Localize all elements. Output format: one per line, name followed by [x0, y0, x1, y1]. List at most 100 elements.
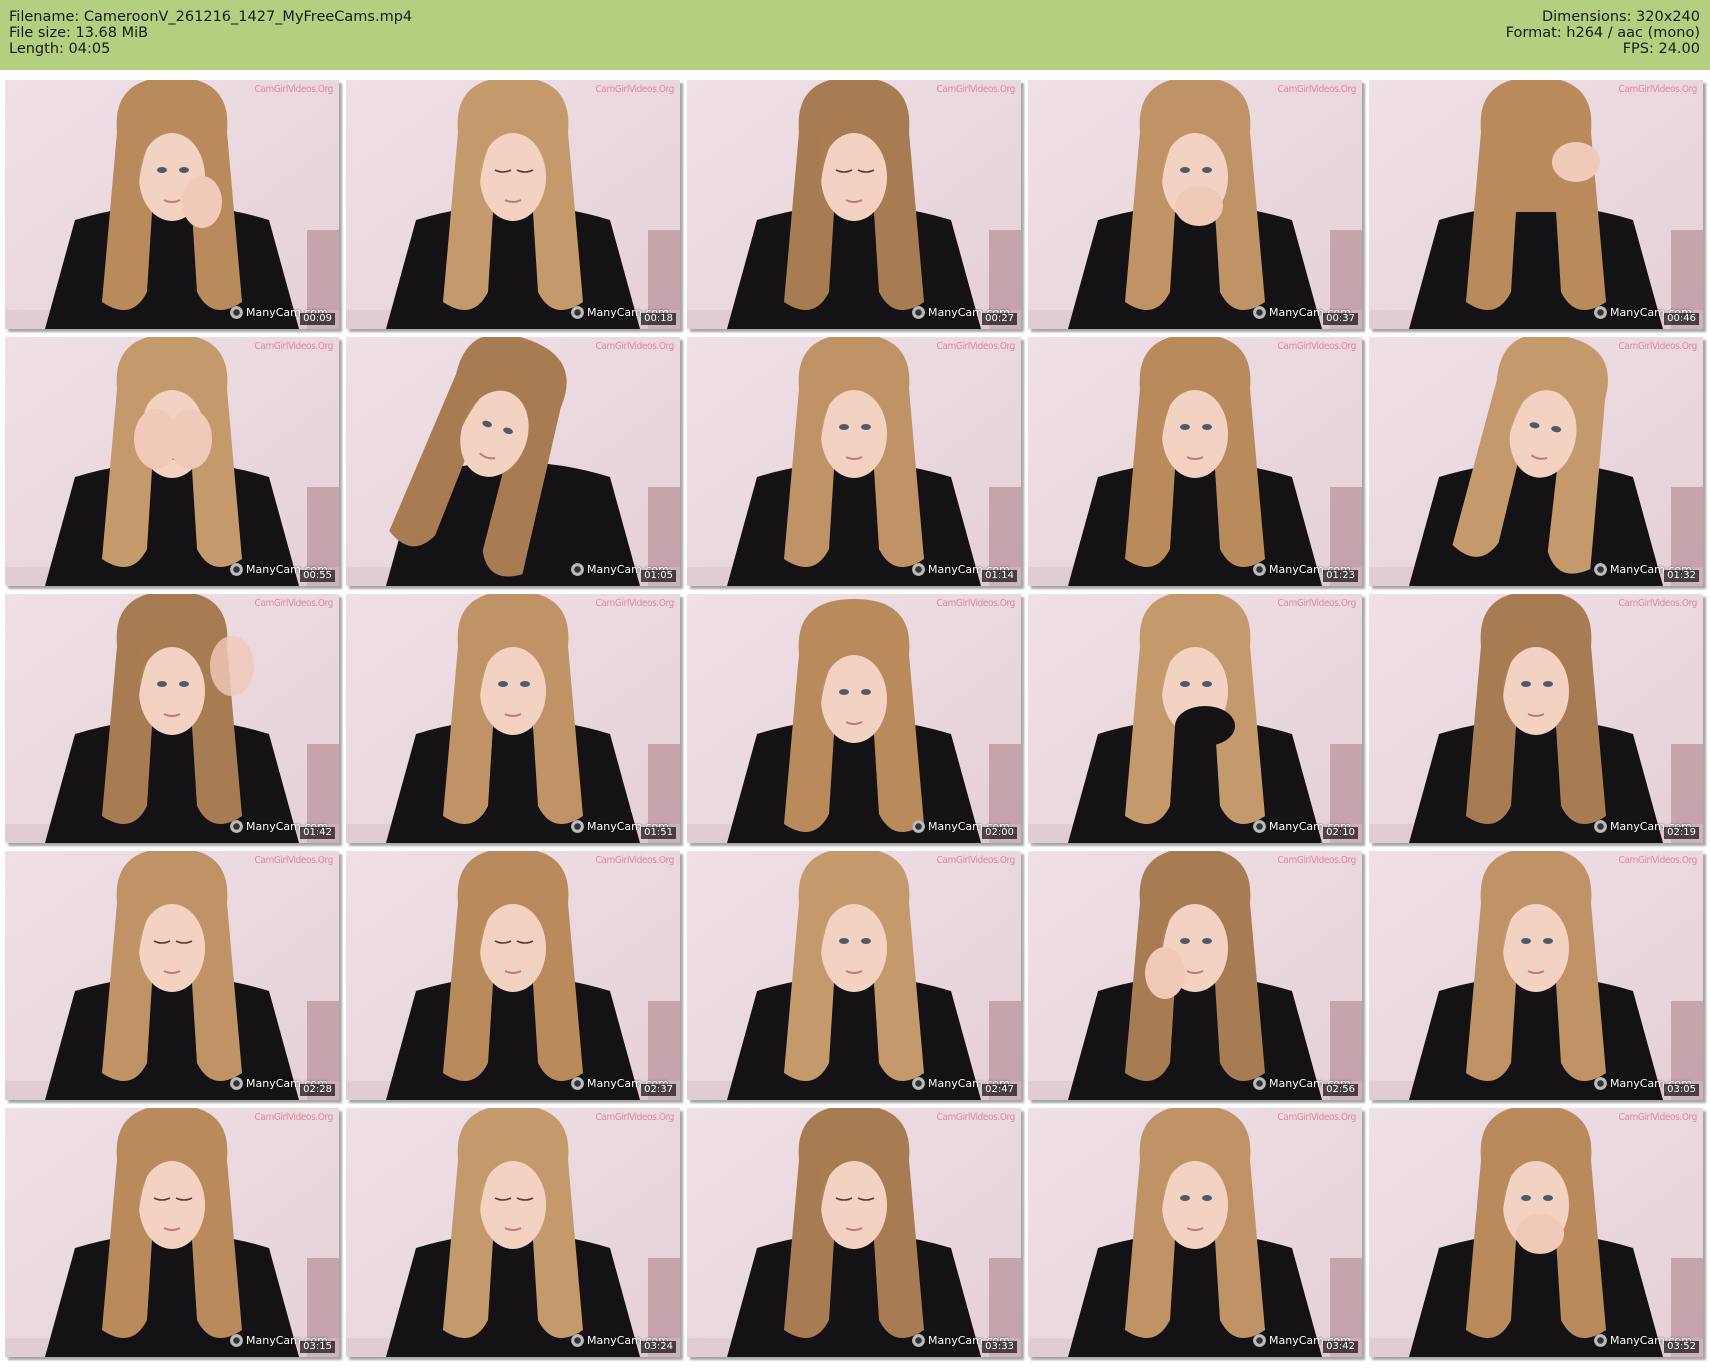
watermark-top: CamGirlVideos.Org: [1277, 1112, 1357, 1123]
webcam-icon: [1594, 820, 1607, 833]
format-text: Format: h264 / aac (mono): [1505, 25, 1700, 41]
timestamp-label: 03:24: [641, 1341, 676, 1353]
frame-image: [5, 594, 339, 843]
thumbnail-frame[interactable]: CamGirlVideos.Org ManyCam.com 01:42: [5, 594, 339, 843]
watermark-top: CamGirlVideos.Org: [595, 1112, 675, 1123]
thumbnail-frame[interactable]: CamGirlVideos.Org ManyCam.com 03:52: [1369, 1108, 1703, 1357]
webcam-icon: [1253, 563, 1266, 576]
timestamp-label: 00:18: [641, 313, 676, 325]
watermark-top: CamGirlVideos.Org: [936, 598, 1016, 609]
fps-text: FPS: 24.00: [1622, 41, 1700, 57]
watermark-top: CamGirlVideos.Org: [1618, 598, 1698, 609]
thumbnail-frame[interactable]: CamGirlVideos.Org ManyCam.com 00:27: [687, 80, 1021, 329]
timestamp-label: 03:52: [1664, 1341, 1699, 1353]
thumbnail-frame[interactable]: CamGirlVideos.Org ManyCam.com 00:55: [5, 337, 339, 586]
thumbnail-frame[interactable]: CamGirlVideos.Org ManyCam.com 00:18: [346, 80, 680, 329]
webcam-icon: [571, 1077, 584, 1090]
thumbnail-frame[interactable]: CamGirlVideos.Org ManyCam.com 03:42: [1028, 1108, 1362, 1357]
watermark-top: CamGirlVideos.Org: [1277, 84, 1357, 95]
timestamp-label: 02:19: [1664, 827, 1699, 839]
frame-image: [346, 80, 680, 329]
webcam-icon: [571, 306, 584, 319]
frame-image: [1028, 594, 1362, 843]
timestamp-label: 03:33: [982, 1341, 1017, 1353]
frame-image: [687, 594, 1021, 843]
thumbnail-frame[interactable]: CamGirlVideos.Org ManyCam.com 02:47: [687, 851, 1021, 1100]
watermark-top: CamGirlVideos.Org: [254, 598, 334, 609]
thumbnail-frame[interactable]: CamGirlVideos.Org ManyCam.com 01:14: [687, 337, 1021, 586]
frame-image: [1369, 851, 1703, 1100]
watermark-top: CamGirlVideos.Org: [254, 855, 334, 866]
watermark-top: CamGirlVideos.Org: [595, 855, 675, 866]
webcam-icon: [1253, 820, 1266, 833]
webcam-icon: [571, 1334, 584, 1347]
watermark-top: CamGirlVideos.Org: [1277, 855, 1357, 866]
timestamp-label: 00:09: [300, 313, 335, 325]
frame-image: [346, 1108, 680, 1357]
timestamp-label: 02:37: [641, 1084, 676, 1096]
webcam-icon: [1594, 1334, 1607, 1347]
dimensions-text: Dimensions: 320x240: [1541, 9, 1700, 25]
thumbnail-frame[interactable]: CamGirlVideos.Org ManyCam.com 03:33: [687, 1108, 1021, 1357]
file-info: Filename: CameroonV_261216_1427_MyFreeCa…: [9, 9, 412, 57]
timestamp-label: 01:51: [641, 827, 676, 839]
timestamp-label: 01:32: [1664, 570, 1699, 582]
thumbnail-frame[interactable]: CamGirlVideos.Org ManyCam.com 00:37: [1028, 80, 1362, 329]
webcam-icon: [912, 563, 925, 576]
frame-image: [1369, 337, 1703, 586]
watermark-top: CamGirlVideos.Org: [595, 341, 675, 352]
thumbnail-frame[interactable]: CamGirlVideos.Org ManyCam.com 02:28: [5, 851, 339, 1100]
webcam-icon: [230, 1077, 243, 1090]
frame-image: [1369, 1108, 1703, 1357]
thumbnail-frame[interactable]: CamGirlVideos.Org ManyCam.com 01:32: [1369, 337, 1703, 586]
frame-image: [5, 851, 339, 1100]
frame-image: [1028, 1108, 1362, 1357]
webcam-icon: [1253, 1334, 1266, 1347]
thumbnail-frame[interactable]: CamGirlVideos.Org ManyCam.com 03:05: [1369, 851, 1703, 1100]
timestamp-label: 01:05: [641, 570, 676, 582]
video-info: Dimensions: 320x240 Format: h264 / aac (…: [1506, 9, 1700, 57]
thumbnail-frame[interactable]: CamGirlVideos.Org ManyCam.com 02:19: [1369, 594, 1703, 843]
thumbnail-frame[interactable]: CamGirlVideos.Org ManyCam.com 00:09: [5, 80, 339, 329]
watermark-top: CamGirlVideos.Org: [936, 855, 1016, 866]
frame-image: [346, 337, 680, 586]
watermark-top: CamGirlVideos.Org: [936, 1112, 1016, 1123]
watermark-top: CamGirlVideos.Org: [1277, 598, 1357, 609]
timestamp-label: 02:10: [1323, 827, 1358, 839]
thumbnail-frame[interactable]: CamGirlVideos.Org ManyCam.com 02:00: [687, 594, 1021, 843]
watermark-top: CamGirlVideos.Org: [254, 1112, 334, 1123]
timestamp-label: 02:47: [982, 1084, 1017, 1096]
thumbnail-frame[interactable]: CamGirlVideos.Org ManyCam.com 01:05: [346, 337, 680, 586]
filesize-text: File size: 13.68 MiB: [9, 25, 149, 41]
webcam-icon: [1253, 1077, 1266, 1090]
timestamp-label: 02:00: [982, 827, 1017, 839]
webcam-icon: [571, 820, 584, 833]
thumbnail-frame[interactable]: CamGirlVideos.Org ManyCam.com 01:51: [346, 594, 680, 843]
timestamp-label: 00:55: [300, 570, 335, 582]
thumbnail-frame[interactable]: CamGirlVideos.Org ManyCam.com 00:46: [1369, 80, 1703, 329]
thumbnail-frame[interactable]: CamGirlVideos.Org ManyCam.com 03:15: [5, 1108, 339, 1357]
frame-image: [5, 80, 339, 329]
webcam-icon: [230, 820, 243, 833]
webcam-icon: [230, 563, 243, 576]
frame-image: [687, 1108, 1021, 1357]
watermark-top: CamGirlVideos.Org: [595, 84, 675, 95]
webcam-icon: [230, 306, 243, 319]
timestamp-label: 01:42: [300, 827, 335, 839]
frame-image: [1369, 594, 1703, 843]
timestamp-label: 03:15: [300, 1341, 335, 1353]
thumbnail-frame[interactable]: CamGirlVideos.Org ManyCam.com 03:24: [346, 1108, 680, 1357]
timestamp-label: 03:42: [1323, 1341, 1358, 1353]
thumbnail-grid: CamGirlVideos.Org ManyCam.com 00:09 CamG…: [5, 80, 1705, 1365]
thumbnail-frame[interactable]: CamGirlVideos.Org ManyCam.com 02:37: [346, 851, 680, 1100]
watermark-top: CamGirlVideos.Org: [595, 598, 675, 609]
timestamp-label: 00:27: [982, 313, 1017, 325]
thumbnail-frame[interactable]: CamGirlVideos.Org ManyCam.com 02:10: [1028, 594, 1362, 843]
webcam-icon: [1594, 563, 1607, 576]
thumbnail-frame[interactable]: CamGirlVideos.Org ManyCam.com 02:56: [1028, 851, 1362, 1100]
timestamp-label: 02:56: [1323, 1084, 1358, 1096]
watermark-top: CamGirlVideos.Org: [254, 84, 334, 95]
watermark-top: CamGirlVideos.Org: [1618, 341, 1698, 352]
thumbnail-frame[interactable]: CamGirlVideos.Org ManyCam.com 01:23: [1028, 337, 1362, 586]
webcam-icon: [1253, 306, 1266, 319]
